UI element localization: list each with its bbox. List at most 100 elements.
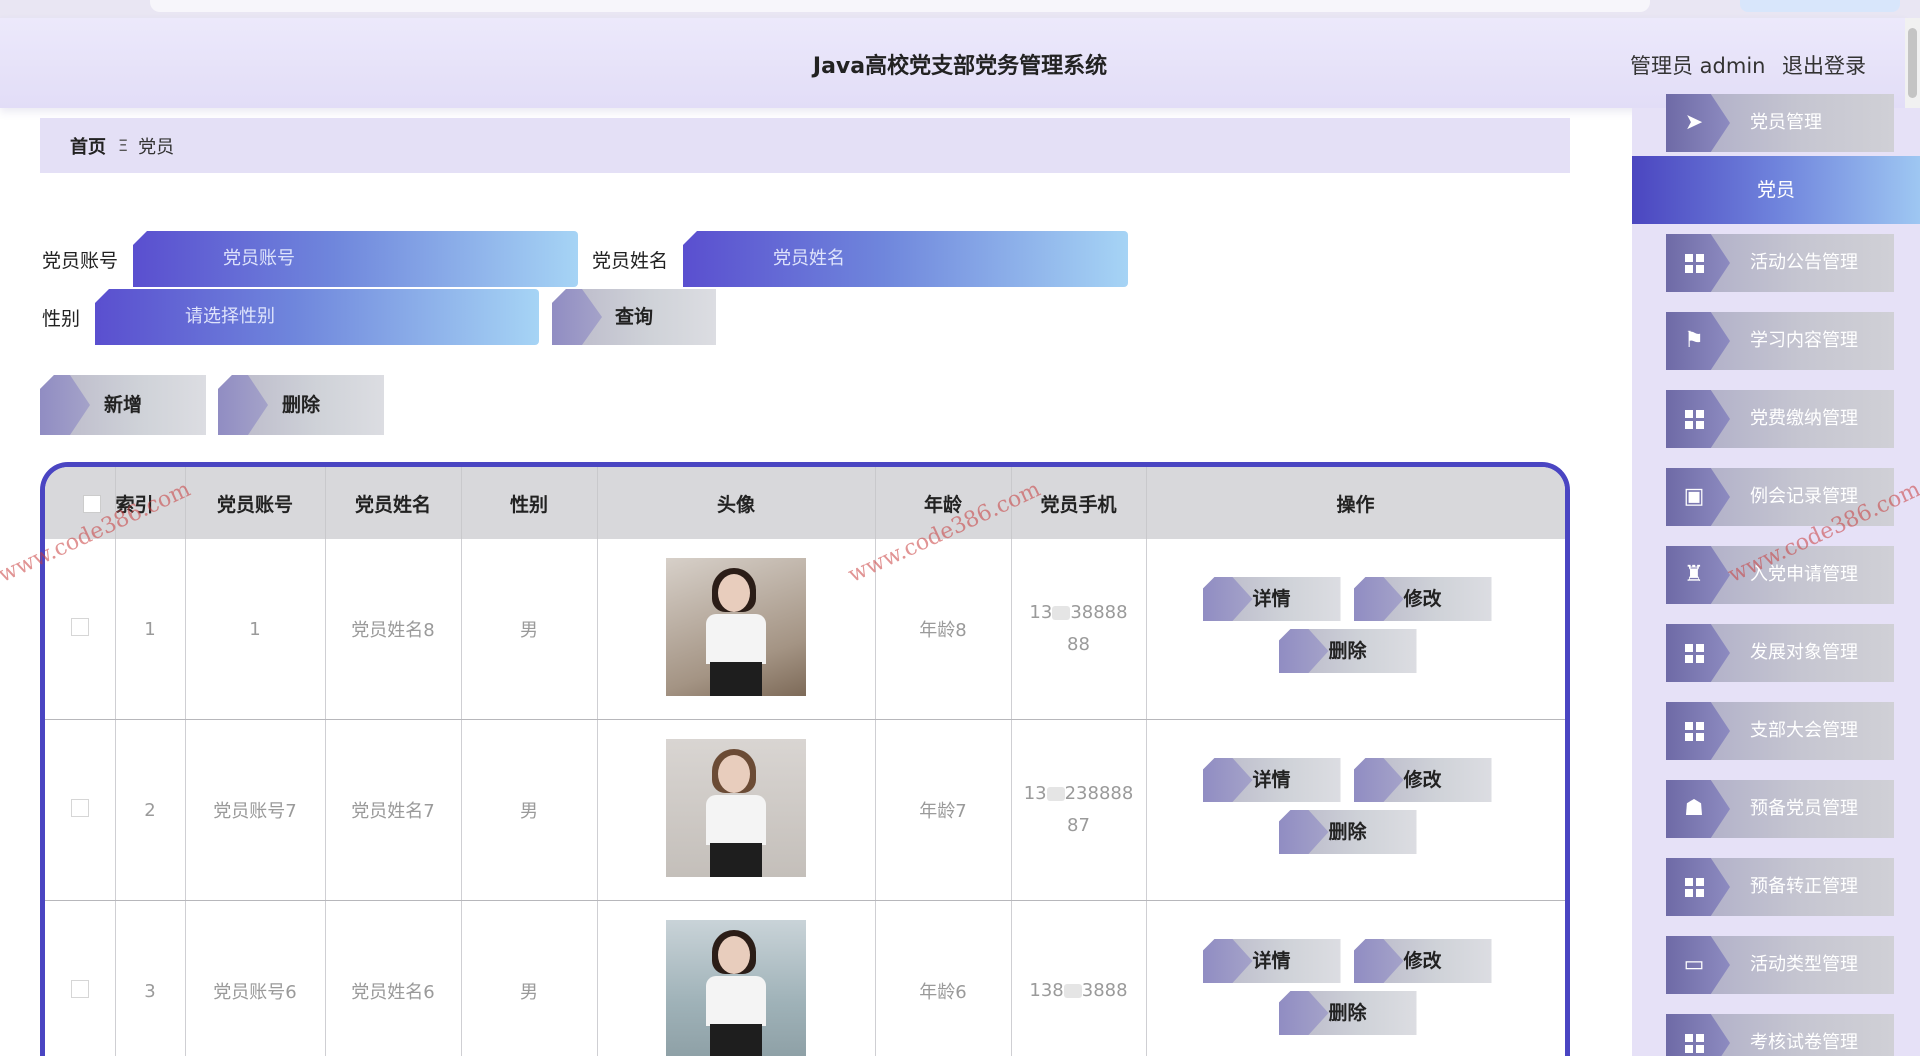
top-header: Java高校党支部党务管理系统 管理员 admin 退出登录: [0, 18, 1905, 108]
select-all-checkbox[interactable]: [82, 494, 101, 513]
query-button[interactable]: 查询: [552, 289, 716, 345]
row-checkbox[interactable]: [70, 617, 89, 636]
phone-prefix: 138: [1029, 980, 1064, 1001]
header-actions: 操作: [1146, 467, 1565, 539]
phone-prefix: 13: [1023, 783, 1047, 804]
sidebar-item-party-fee[interactable]: 党费缴纳管理: [1666, 390, 1894, 448]
name-label: 党员姓名: [592, 250, 669, 272]
members-table: 索引 党员账号 党员姓名 性别 头像 年龄 党员手机 操作 1 1 党员姓名8 …: [40, 462, 1570, 1056]
edit-label: 修改: [1403, 588, 1442, 610]
scrollbar-thumb[interactable]: [1908, 28, 1917, 98]
add-button[interactable]: 新增: [40, 375, 206, 435]
sidebar-item-members[interactable]: 党员: [1632, 156, 1920, 224]
edit-button[interactable]: 修改: [1353, 758, 1492, 802]
sidebar-item-study-content[interactable]: ⚑ 学习内容管理: [1666, 312, 1894, 370]
edit-button[interactable]: 修改: [1353, 577, 1492, 621]
sidebar-item-label: 入党申请管理: [1750, 564, 1858, 585]
grid-icon: [1666, 390, 1730, 448]
sidebar-group-member-management[interactable]: ➤ 党员管理: [1666, 94, 1894, 152]
sidebar-item-branch-meeting[interactable]: 支部大会管理: [1666, 702, 1894, 760]
breadcrumb-separator: Ξ: [118, 136, 129, 155]
delete-label: 删除: [1328, 1002, 1367, 1024]
gender-select[interactable]: 请选择性别: [95, 289, 539, 345]
row-name: 党员姓名7: [325, 719, 462, 901]
row-name: 党员姓名8: [325, 539, 462, 720]
delete-button[interactable]: 删除: [1278, 991, 1417, 1035]
browser-button[interactable]: [1740, 0, 1900, 12]
edit-button[interactable]: 修改: [1353, 939, 1492, 983]
sidebar-item-activity-type[interactable]: ▭ 活动类型管理: [1666, 936, 1894, 994]
delete-label: 删除: [1328, 640, 1367, 662]
row-phone: 138 3888: [1011, 900, 1147, 1056]
avatar: [666, 557, 806, 696]
logout-link[interactable]: 退出登录: [1782, 50, 1866, 80]
header-account: 党员账号: [185, 467, 326, 539]
account-label: 党员账号: [42, 250, 119, 272]
row-actions-cell: 详情 修改 删除: [1146, 900, 1565, 1056]
header-gender: 性别: [461, 467, 598, 539]
phone-middle: 238888: [1064, 783, 1134, 804]
sidebar-item-development-target[interactable]: 发展对象管理: [1666, 624, 1894, 682]
row-avatar-cell: [597, 900, 876, 1056]
row-age: 年龄8: [875, 539, 1012, 720]
phone-suffix: 87: [1067, 815, 1090, 836]
breadcrumb-home[interactable]: 首页: [70, 133, 106, 159]
sidebar-item-activity-notice[interactable]: 活动公告管理: [1666, 234, 1894, 292]
header-index: 索引: [115, 467, 186, 539]
grid-icon: [1666, 234, 1730, 292]
user-label: 管理员 admin: [1630, 54, 1766, 78]
batch-delete-label: 删除: [281, 394, 320, 416]
sidebar-item-label: 活动公告管理: [1750, 252, 1858, 273]
table-row: 1 1 党员姓名8 男 年龄8 13 38888 88 详情 修改 删除: [45, 539, 1565, 720]
account-input[interactable]: 党员账号: [133, 231, 578, 287]
grid-icon: [1666, 702, 1730, 760]
table-row: 3 党员账号6 党员姓名6 男 年龄6 138 3888 详情 修改 删除: [45, 900, 1565, 1056]
row-checkbox[interactable]: [70, 798, 89, 817]
sidebar-item-label: 例会记录管理: [1750, 486, 1858, 507]
sidebar-item-meeting-record[interactable]: ▣ 例会记录管理: [1666, 468, 1894, 526]
row-checkbox[interactable]: [70, 979, 89, 998]
detail-label: 详情: [1252, 769, 1291, 791]
grid-icon: [1666, 1014, 1730, 1056]
delete-label: 删除: [1328, 821, 1367, 843]
address-bar[interactable]: [150, 0, 1650, 12]
phone-suffix: 88: [1067, 634, 1090, 655]
flag-icon: ⚑: [1666, 312, 1730, 370]
sidebar-item-label: 发展对象管理: [1750, 642, 1858, 663]
avatar: [666, 919, 806, 1056]
sidebar-item-probation-conversion[interactable]: 预备转正管理: [1666, 858, 1894, 916]
edit-label: 修改: [1403, 950, 1442, 972]
name-input[interactable]: 党员姓名: [683, 231, 1128, 287]
sidebar-item-probationary-member[interactable]: ☗ 预备党员管理: [1666, 780, 1894, 838]
breadcrumb-current: 党员: [138, 136, 175, 158]
delete-button[interactable]: 删除: [1278, 810, 1417, 854]
header-age: 年龄: [875, 467, 1012, 539]
sidebar-item-exam-paper[interactable]: 考核试卷管理: [1666, 1014, 1894, 1056]
sidebar-item-application[interactable]: ♜ 入党申请管理: [1666, 546, 1894, 604]
delete-button[interactable]: 删除: [1278, 629, 1417, 673]
detail-label: 详情: [1252, 950, 1291, 972]
row-account: 1: [185, 539, 326, 720]
batch-delete-button[interactable]: 删除: [218, 375, 384, 435]
person-icon: ☗: [1666, 780, 1730, 838]
cup-icon: ♜: [1666, 546, 1730, 604]
sidebar-item-label: 学习内容管理: [1750, 330, 1858, 351]
sidebar: ➤ 党员管理 党员 活动公告管理 ⚑ 学习内容管理 党费缴纳管理 ▣ 例会记录管…: [1632, 94, 1920, 1056]
row-avatar-cell: [597, 539, 876, 720]
phone-prefix: 13: [1029, 602, 1053, 623]
sidebar-item-label: 预备党员管理: [1750, 798, 1858, 819]
add-button-label: 新增: [103, 394, 142, 416]
monitor-icon: ▭: [1666, 936, 1730, 994]
row-actions-cell: 详情 修改 删除: [1146, 539, 1565, 720]
row-name: 党员姓名6: [325, 900, 462, 1056]
row-age: 年龄7: [875, 719, 1012, 901]
row-select-cell: [45, 539, 116, 720]
detail-button[interactable]: 详情: [1202, 758, 1341, 802]
row-index: 3: [115, 900, 186, 1056]
sidebar-item-label: 支部大会管理: [1750, 720, 1858, 741]
detail-button[interactable]: 详情: [1202, 577, 1341, 621]
detail-button[interactable]: 详情: [1202, 939, 1341, 983]
header-phone: 党员手机: [1011, 467, 1147, 539]
sidebar-group-label: 党员管理: [1750, 112, 1822, 133]
sidebar-item-label: 考核试卷管理: [1750, 1032, 1858, 1053]
